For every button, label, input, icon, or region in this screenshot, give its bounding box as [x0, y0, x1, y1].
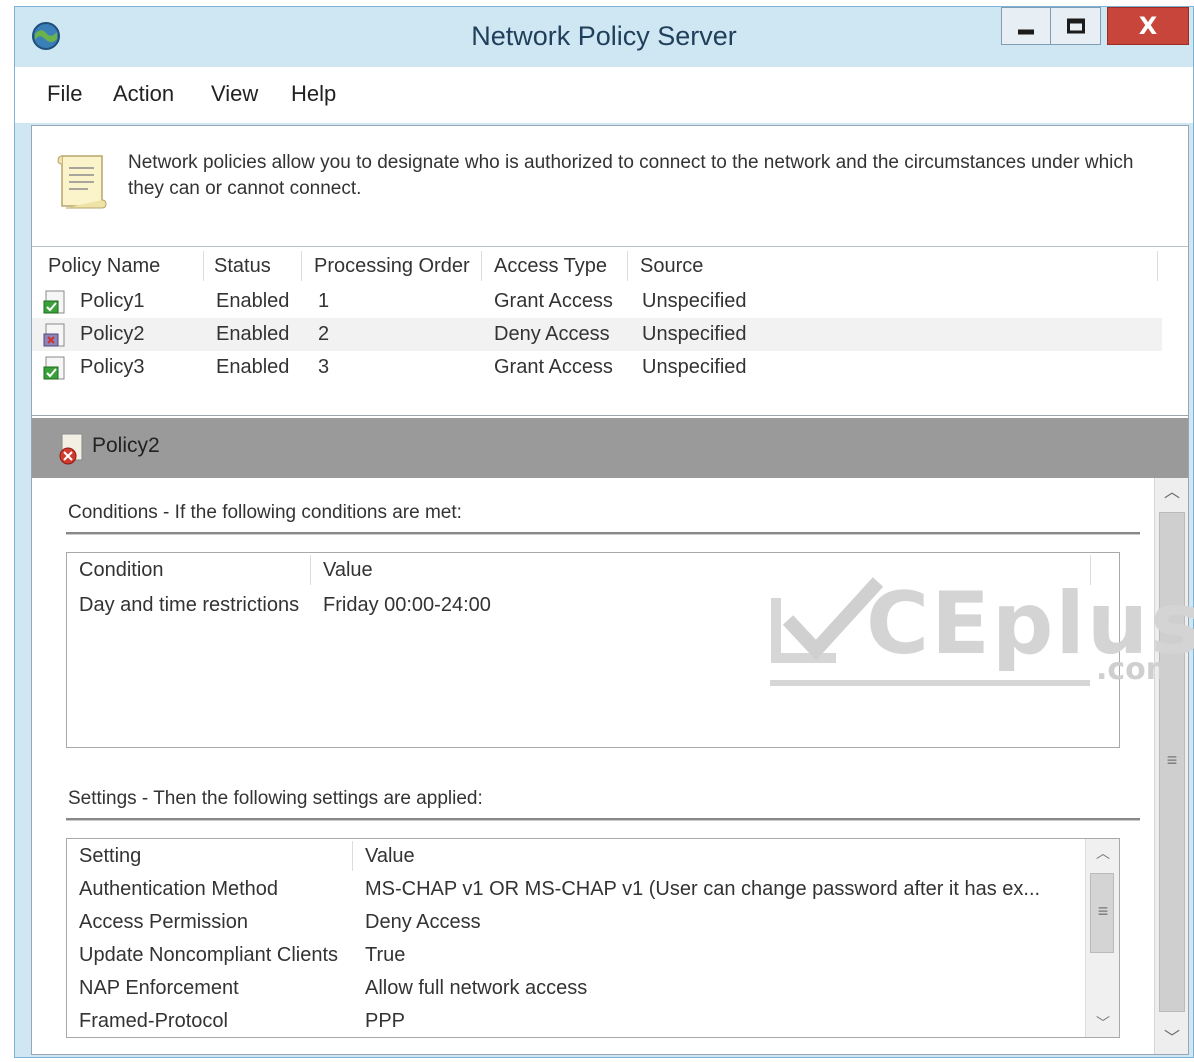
policy-order: 1	[318, 290, 330, 312]
policy-access-type: Deny Access	[494, 323, 610, 345]
close-button[interactable]: X	[1107, 7, 1189, 45]
scroll-down-icon[interactable]: ﹀	[1086, 1013, 1119, 1033]
policy-status: Enabled	[216, 356, 290, 378]
settings-table: Setting Value Authentication Method MS-C…	[66, 838, 1120, 1038]
document-scroll-icon	[57, 155, 107, 209]
settings-divider	[66, 818, 1140, 821]
condition-value: Friday 00:00-24:00	[323, 594, 491, 616]
minimize-button[interactable]	[1001, 7, 1051, 45]
setting-name: Update Noncompliant Clients	[79, 944, 339, 966]
column-header-policy-name[interactable]: Policy Name	[46, 251, 204, 281]
settings-label: Settings - Then the following settings a…	[68, 788, 483, 809]
grip-icon: ≡	[1166, 750, 1178, 770]
policy-source: Unspecified	[642, 290, 747, 312]
column-header-setting-value[interactable]: Value	[353, 841, 1087, 871]
menu-view[interactable]: View	[211, 81, 258, 107]
policy-name: Policy2	[80, 323, 145, 345]
setting-value: PPP	[365, 1010, 406, 1032]
app-window: Network Policy Server X File Action View…	[14, 6, 1194, 1058]
policy-status: Enabled	[216, 290, 290, 312]
policy-name: Policy3	[80, 356, 145, 378]
menu-bar: File Action View Help	[15, 67, 1193, 123]
column-header-status[interactable]: Status	[204, 251, 302, 281]
settings-scrollbar[interactable]: ︿ ≡ ﹀	[1085, 839, 1119, 1037]
deny-policy-icon	[59, 433, 83, 465]
setting-name: NAP Enforcement	[79, 977, 239, 999]
condition-name: Day and time restrictions	[79, 594, 300, 616]
policy-access-type: Grant Access	[494, 290, 613, 312]
maximize-icon	[1066, 18, 1085, 34]
description-text: Network policies allow you to designate …	[128, 152, 1134, 199]
scroll-up-icon[interactable]: ︿	[1086, 843, 1119, 863]
detail-scrollbar[interactable]: ︿ ≡ ﹀	[1154, 478, 1188, 1054]
menu-action[interactable]: Action	[113, 81, 174, 107]
deny-policy-icon	[43, 323, 65, 347]
policy-name: Policy1	[80, 290, 145, 312]
column-header-access-type[interactable]: Access Type	[482, 251, 628, 281]
policy-row-policy2[interactable]: Policy2 Enabled 2 Deny Access Unspecifie…	[32, 318, 1162, 351]
close-icon: X	[1138, 12, 1158, 40]
grip-icon: ≡	[1097, 901, 1109, 921]
column-header-source[interactable]: Source	[628, 251, 1158, 281]
setting-name: Access Permission	[79, 911, 248, 933]
policy-access-type: Grant Access	[494, 356, 613, 378]
minimize-icon	[1018, 29, 1034, 35]
policy-list: Policy Name Status Processing Order Acce…	[32, 246, 1188, 416]
conditions-table: Condition Value Day and time restriction…	[66, 552, 1120, 748]
policy-order: 3	[318, 356, 330, 378]
column-header-setting[interactable]: Setting	[67, 841, 353, 871]
setting-value: MS-CHAP v1 OR MS-CHAP v1 (User can chang…	[365, 878, 1041, 900]
policy-order: 2	[318, 323, 330, 345]
setting-value: True	[365, 944, 406, 966]
policy-status: Enabled	[216, 323, 290, 345]
policy-source: Unspecified	[642, 323, 747, 345]
setting-value: Allow full network access	[365, 977, 588, 999]
title-bar[interactable]: Network Policy Server X	[15, 7, 1193, 65]
policy-row-policy1[interactable]: Policy1 Enabled 1 Grant Access Unspecifi…	[32, 285, 1162, 318]
scroll-down-icon[interactable]: ﹀	[1155, 1024, 1189, 1054]
setting-value: Deny Access	[365, 911, 481, 933]
setting-name: Framed-Protocol	[79, 1010, 228, 1032]
maximize-button[interactable]	[1051, 7, 1101, 45]
policy-row-policy3[interactable]: Policy3 Enabled 3 Grant Access Unspecifi…	[32, 351, 1162, 384]
grant-policy-icon	[43, 290, 65, 314]
policy-detail-body: Conditions - If the following conditions…	[32, 478, 1154, 1054]
main-content: Network policies allow you to designate …	[31, 125, 1189, 1055]
column-header-processing-order[interactable]: Processing Order	[302, 251, 482, 281]
column-header-condition[interactable]: Condition	[67, 555, 311, 585]
scroll-up-icon[interactable]: ︿	[1155, 478, 1189, 508]
menu-help[interactable]: Help	[291, 81, 336, 107]
grant-policy-icon	[43, 356, 65, 380]
conditions-divider	[66, 532, 1140, 535]
policy-source: Unspecified	[642, 356, 747, 378]
menu-file[interactable]: File	[47, 81, 82, 107]
policy-detail-header: Policy2	[32, 418, 1188, 478]
column-header-condition-value[interactable]: Value	[311, 555, 1091, 585]
policy-detail-title: Policy2	[92, 434, 160, 457]
conditions-label: Conditions - If the following conditions…	[68, 502, 462, 523]
setting-name: Authentication Method	[79, 878, 279, 900]
